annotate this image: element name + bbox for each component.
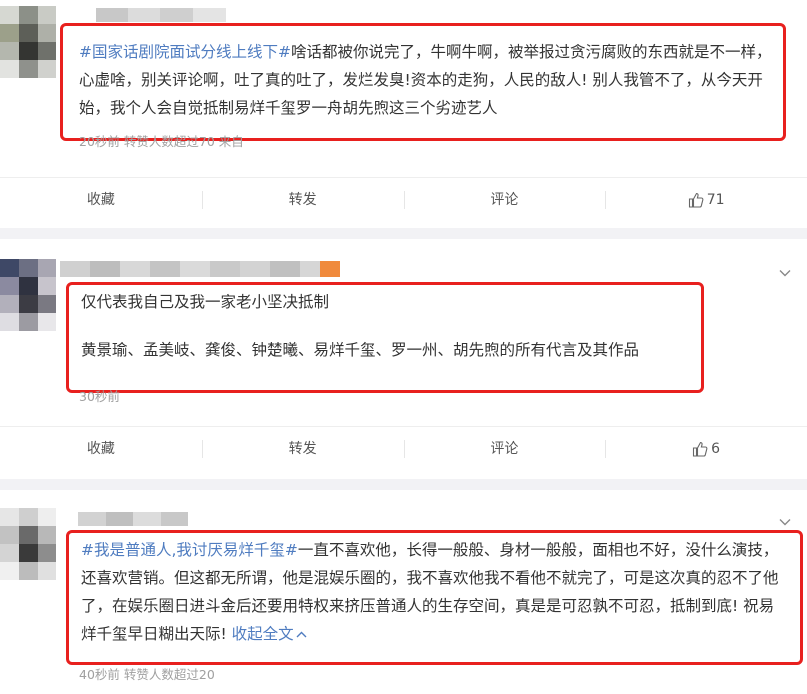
thumbs-up-icon bbox=[693, 441, 708, 457]
like-button[interactable]: 71 bbox=[605, 186, 807, 214]
username-blurred[interactable] bbox=[96, 8, 226, 22]
post-1: #国家话剧院面试分线上线下#啥话都被你说完了，牛啊牛啊，被举报过贪污腐败的东西就… bbox=[0, 0, 807, 228]
post-3: #我是普通人,我讨厌易烊千玺#一直不喜欢他，长得一般般、身材一般般，面相也不好，… bbox=[0, 490, 807, 694]
separator bbox=[0, 479, 807, 490]
post-content: #我是普通人,我讨厌易烊千玺#一直不喜欢他，长得一般般、身材一般般，面相也不好，… bbox=[81, 536, 789, 648]
post-content: #国家话剧院面试分线上线下#啥话都被你说完了，牛啊牛啊，被举报过贪污腐败的东西就… bbox=[79, 38, 773, 122]
post-text: 仅代表我自己及我一家老小坚决抵制 bbox=[81, 293, 330, 311]
chevron-up-icon bbox=[296, 631, 307, 638]
chevron-down-icon[interactable] bbox=[779, 516, 791, 528]
comment-button[interactable]: 评论 bbox=[403, 186, 606, 214]
chevron-down-icon[interactable] bbox=[779, 267, 791, 279]
thumbs-up-icon bbox=[688, 192, 704, 208]
username-blurred[interactable] bbox=[78, 512, 188, 526]
separator bbox=[0, 228, 807, 239]
comment-button[interactable]: 评论 bbox=[403, 435, 606, 463]
hashtag-link[interactable]: #我是普通人,我讨厌易烊千玺# bbox=[81, 541, 298, 559]
like-count: 6 bbox=[711, 441, 721, 457]
collect-button[interactable]: 收藏 bbox=[0, 435, 202, 463]
like-count: 71 bbox=[706, 192, 725, 208]
post-2: 仅代表我自己及我一家老小坚决抵制 黄景瑜、孟美岐、龚俊、钟楚曦、易烊千玺、罗一州… bbox=[0, 239, 807, 479]
action-bar: 收藏 转发 评论 6 bbox=[0, 426, 807, 471]
post-meta: 30秒前 bbox=[79, 389, 120, 404]
post-meta: 40秒前 转赞人数超过20 bbox=[79, 667, 215, 682]
repost-button[interactable]: 转发 bbox=[201, 435, 404, 463]
username-blurred[interactable] bbox=[60, 261, 360, 277]
collect-button[interactable]: 收藏 bbox=[0, 186, 202, 214]
post-content: 仅代表我自己及我一家老小坚决抵制 黄景瑜、孟美岐、龚俊、钟楚曦、易烊千玺、罗一州… bbox=[81, 288, 691, 364]
avatar[interactable] bbox=[0, 508, 75, 580]
like-button[interactable]: 6 bbox=[605, 435, 807, 463]
post-text: 黄景瑜、孟美岐、龚俊、钟楚曦、易烊千玺、罗一州、胡先煦的所有代言及其作品 bbox=[81, 341, 640, 359]
hashtag-link[interactable]: #国家话剧院面试分线上线下# bbox=[79, 43, 291, 61]
post-meta: 20秒前 转赞人数超过70 来自 bbox=[79, 134, 244, 149]
action-bar: 收藏 转发 评论 71 bbox=[0, 177, 807, 222]
repost-button[interactable]: 转发 bbox=[201, 186, 404, 214]
collapse-link[interactable]: 收起全文 bbox=[232, 625, 307, 643]
